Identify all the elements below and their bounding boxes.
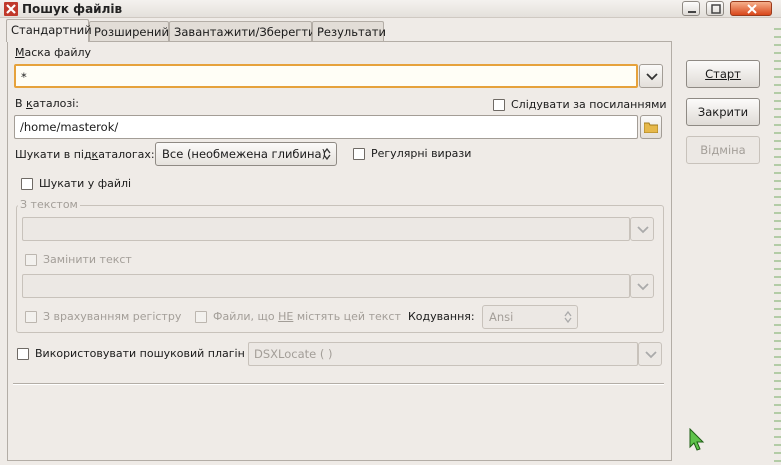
maximize-button[interactable] [706, 1, 724, 16]
minimize-button[interactable] [682, 1, 700, 16]
subdirs-depth-select[interactable]: Все (необмежена глибина) [155, 142, 337, 166]
chevron-down-icon [645, 351, 657, 359]
tab-standard[interactable]: Стандартний [6, 19, 92, 42]
follow-links-label: Слідувати за посиланнями [511, 98, 667, 111]
file-mask-input[interactable]: * [14, 64, 638, 88]
file-mask-dropdown[interactable] [639, 64, 663, 88]
separator [13, 383, 664, 385]
search-in-file-checkbox[interactable] [21, 178, 33, 190]
mouse-cursor-icon [689, 428, 705, 451]
tab-results[interactable]: Результати [312, 21, 386, 41]
close-button[interactable]: Закрити [686, 98, 760, 126]
encoding-select[interactable]: Ansi [482, 305, 578, 329]
plugin-dropdown[interactable] [638, 342, 662, 366]
title-bar: Пошук файлів [0, 0, 781, 18]
cancel-button[interactable]: Відміна [686, 136, 760, 164]
directory-label: В каталозі: [15, 97, 79, 110]
updown-arrows-icon [564, 311, 572, 323]
start-button[interactable]: Старт [686, 60, 760, 88]
follow-links-checkbox[interactable] [493, 99, 505, 111]
with-text-group-title: З текстом [18, 198, 80, 211]
folder-icon [644, 122, 658, 133]
subdirs-depth-value: Все (необмежена глибина) [162, 147, 327, 161]
search-text-input[interactable] [22, 217, 630, 241]
replace-text-checkbox[interactable] [25, 254, 37, 266]
minimize-icon [688, 11, 696, 13]
case-sensitive-checkbox[interactable] [25, 311, 37, 323]
plugin-select-input[interactable]: DSXLocate ( ) [248, 342, 638, 366]
search-in-file-label: Шукати у файлі [39, 177, 132, 190]
encoding-label: Кодування: [408, 310, 475, 323]
use-plugin-label: Використовувати пошуковий плагін [35, 347, 245, 360]
replace-text-input[interactable] [22, 274, 630, 298]
not-containing-label: Файли, що НЕ містять цей текст [213, 310, 401, 323]
window-title: Пошук файлів [22, 2, 123, 16]
replace-text-dropdown[interactable] [630, 274, 654, 298]
chevron-down-icon [646, 73, 658, 81]
regex-checkbox[interactable] [353, 148, 365, 160]
app-icon [4, 2, 18, 16]
background-window-edge [774, 22, 781, 465]
close-icon [747, 4, 757, 14]
encoding-value: Ansi [489, 310, 514, 324]
case-sensitive-label: З врахуванням регістру [43, 310, 182, 323]
file-mask-label: Маска файлу [15, 46, 92, 59]
close-window-button[interactable] [730, 1, 772, 16]
chevron-down-icon [637, 226, 649, 234]
tab-advanced[interactable]: Розширений [89, 21, 169, 41]
directory-input[interactable]: /home/masterok/ [14, 115, 638, 139]
use-plugin-checkbox[interactable] [17, 348, 29, 360]
not-containing-checkbox[interactable] [195, 311, 207, 323]
chevron-down-icon [637, 283, 649, 291]
tab-load-save[interactable]: Завантажити/Зберегти [169, 21, 316, 41]
subdirs-label: Шукати в підкаталогах: [15, 148, 155, 161]
regex-label: Регулярні вирази [371, 147, 472, 160]
maximize-icon [711, 4, 721, 14]
search-text-dropdown[interactable] [630, 217, 654, 241]
replace-text-label: Замінити текст [43, 253, 132, 266]
browse-directory-button[interactable] [640, 115, 662, 139]
updown-arrows-icon [323, 148, 331, 160]
